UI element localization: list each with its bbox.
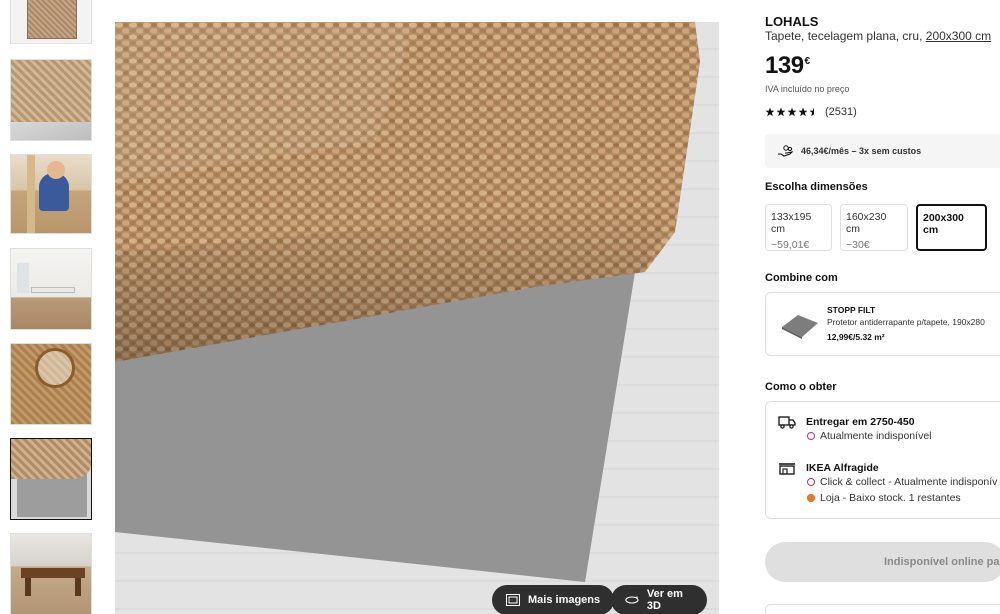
rug-photo [115,22,719,614]
product-description-text: Tapete, tecelagem plana, cru, [765,29,923,43]
store-stock-status: Loja - Baixo stock. 1 restantes [807,492,961,504]
thumbnail-basket-on-rug[interactable] [10,343,92,425]
combine-product-name: STOPP FILT [827,305,876,315]
more-images-label: Mais imagens [528,594,601,606]
unavailable-status-icon [807,478,815,486]
add-to-cart-label: Indisponível online par [884,556,1000,568]
dimension-price-diff: −59,01€ [771,239,810,251]
store-stock-text: Loja - Baixo stock. 1 restantes [820,492,961,504]
review-count: (2531) [825,106,857,118]
thumbnail-child-on-rug[interactable] [10,154,92,234]
delivery-status: Atualmente indisponível [807,430,932,442]
financing-banner[interactable]: 46,34€/mês – 3x sem custos [765,134,1000,168]
price-currency: € [804,56,811,67]
unavailable-status-icon [807,432,815,440]
availability-card[interactable]: Entregar em 2750-450 Atualmente indispon… [765,401,1000,519]
product-rating[interactable]: (2531) [765,106,857,118]
main-product-image[interactable]: Mais imagens Ver em 3D [115,22,719,614]
secondary-action-box[interactable] [765,604,1000,614]
dimension-option-133x195[interactable]: 133x195 cm −59,01€ [765,204,832,251]
thumbnail-living-room[interactable] [10,533,92,614]
view-3d-label: Ver em 3D [646,588,683,612]
combine-product-card[interactable]: STOPP FILT Protetor antiderrapante p/tap… [765,292,1000,356]
delivery-row: Entregar em 2750-450 [778,416,915,429]
gallery-icon [506,594,520,606]
store-row: IKEA Alfragide [778,462,879,475]
delivery-title: Entregar em 2750-450 [806,416,915,428]
product-brand: LOHALS [765,14,819,29]
store-title: IKEA Alfragide [806,462,879,474]
thumbnail-list [0,0,100,614]
star-full-icon [798,107,808,117]
price-value: 139 [765,52,804,79]
star-full-icon [765,107,775,117]
add-to-cart-button[interactable]: Indisponível online par [765,542,1000,582]
hand-coins-icon [778,144,793,157]
dimensions-title: Escolha dimensões [765,181,868,193]
truck-icon [778,416,796,429]
product-size-link[interactable]: 200x300 cm [926,29,991,43]
dimension-option-200x300[interactable]: 200x300 cm [916,204,987,251]
product-description: Tapete, tecelagem plana, cru, 200x300 cm [765,29,991,43]
dimension-size: 133x195 cm [771,211,812,235]
financing-text: 46,34€/mês – 3x sem custos [801,146,922,156]
product-info-panel: LOHALS Tapete, tecelagem plana, cru, 200… [765,0,1000,614]
thumbnail-rug-fold[interactable] [10,59,92,141]
get-it-title: Como o obter [765,381,837,393]
vat-note: IVA incluído no preço [765,84,850,94]
dimension-option-160x230[interactable]: 160x230 cm −30€ [840,204,908,251]
thumbnail-rug-top[interactable] [10,0,92,44]
click-collect-text: Click & collect - Atualmente indisponív [820,476,998,488]
dimension-price-diff: −30€ [846,239,870,251]
dimension-size: 160x230 cm [846,211,887,235]
rotate-3d-icon [625,596,639,604]
more-images-button[interactable]: Mais imagens [492,585,615,614]
view-3d-button[interactable]: Ver em 3D [611,585,707,614]
low-stock-status-icon [807,494,815,502]
combine-product-description: Protetor antiderrapante p/tapete, 190x28… [827,317,985,327]
thumbnail-rug-with-underlay[interactable] [10,438,92,520]
delivery-status-text: Atualmente indisponível [820,430,932,442]
thumbnail-dining-room[interactable] [10,248,92,330]
store-icon [779,463,795,475]
combine-product-price: 12,99€/5.32 m² [827,332,885,342]
click-collect-status: Click & collect - Atualmente indisponív [807,476,997,488]
star-full-icon [776,107,786,117]
star-full-icon [787,107,797,117]
underlay-product-image [782,315,818,339]
dimension-size: 200x300 cm [923,212,964,236]
product-price: 139€ [765,52,810,80]
rating-stars [765,107,819,117]
star-half-icon [809,107,814,117]
combine-title: Combine com [765,272,838,284]
